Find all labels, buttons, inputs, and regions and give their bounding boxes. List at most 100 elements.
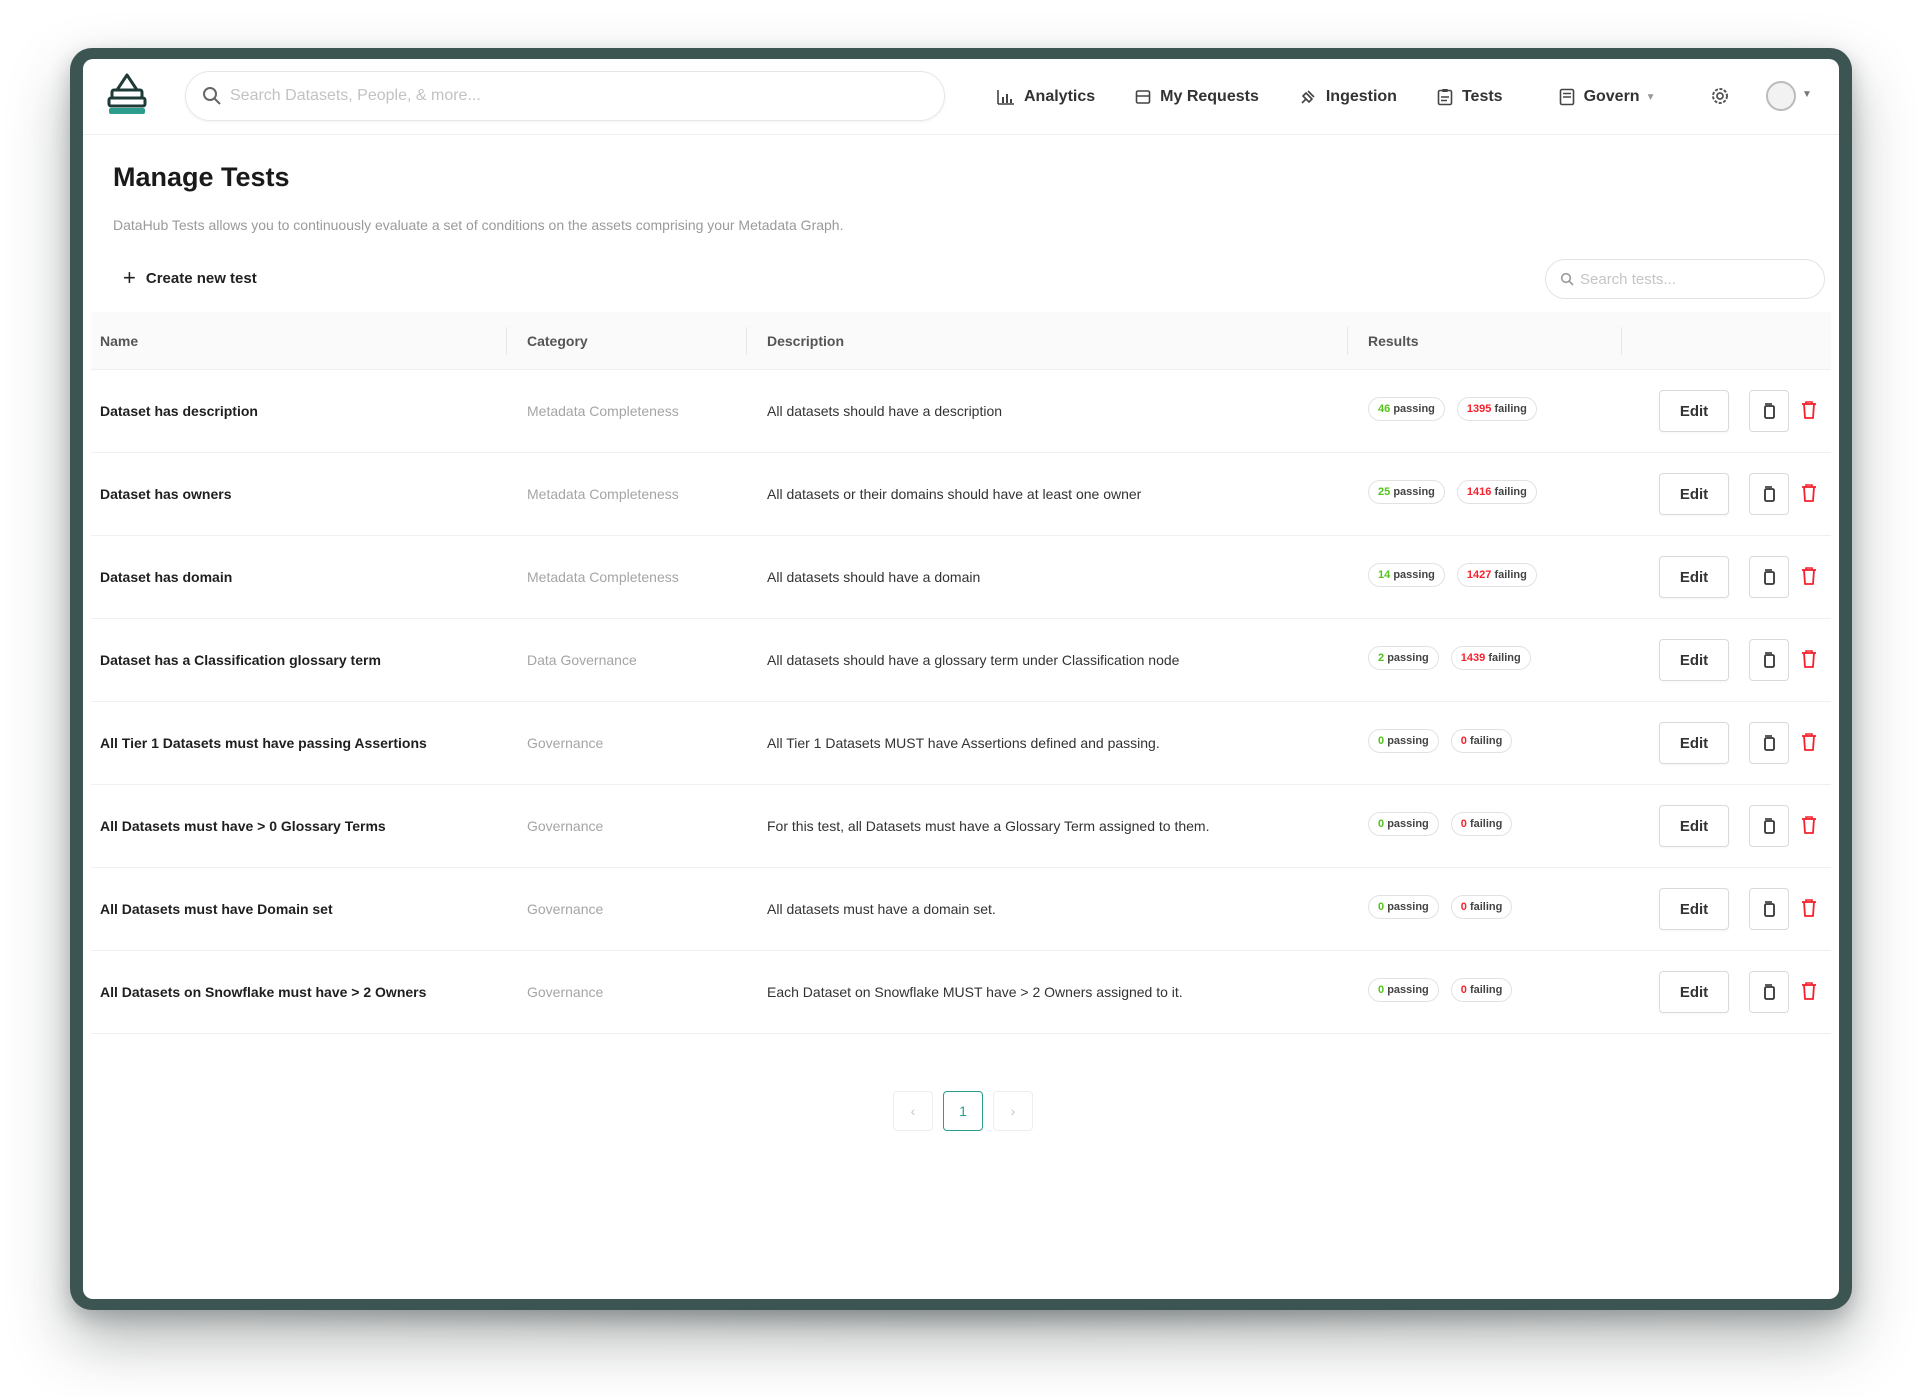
passing-badge[interactable]: 46 passing: [1368, 397, 1445, 421]
copy-icon: [1764, 984, 1775, 1000]
nav-my-requests[interactable]: My Requests: [1135, 88, 1259, 106]
copy-icon: [1764, 735, 1775, 751]
test-name[interactable]: Dataset has description: [100, 403, 258, 419]
copy-button[interactable]: [1749, 473, 1789, 515]
trash-icon[interactable]: [1800, 649, 1818, 669]
copy-button[interactable]: [1749, 971, 1789, 1013]
test-name[interactable]: Dataset has domain: [100, 569, 232, 585]
tests-table: Name Category Description Results Datase…: [91, 312, 1831, 1034]
copy-button[interactable]: [1749, 805, 1789, 847]
passing-label: passing: [1387, 735, 1429, 747]
nav-tests[interactable]: Tests: [1437, 88, 1503, 106]
failing-badge[interactable]: 1416 failing: [1456, 480, 1537, 504]
trash-icon[interactable]: [1800, 483, 1818, 503]
failing-label: failing: [1494, 486, 1527, 498]
test-description: All datasets or their domains should hav…: [767, 486, 1142, 502]
test-description: All datasets must have a domain set.: [767, 901, 996, 917]
nav-my-requests-label: My Requests: [1160, 88, 1259, 105]
column-header-results[interactable]: Results: [1368, 333, 1419, 349]
failing-badge[interactable]: 0 failing: [1450, 729, 1513, 753]
trash-icon[interactable]: [1800, 566, 1818, 586]
failing-badge[interactable]: 1439 failing: [1450, 646, 1531, 670]
copy-icon: [1764, 901, 1775, 917]
passing-badge[interactable]: 0 passing: [1368, 812, 1439, 836]
failing-badge[interactable]: 1395 failing: [1456, 397, 1537, 421]
passing-badge[interactable]: 0 passing: [1368, 729, 1439, 753]
pagination-prev-button[interactable]: ‹: [893, 1091, 933, 1131]
copy-button[interactable]: [1749, 639, 1789, 681]
failing-badge[interactable]: 0 failing: [1450, 812, 1513, 836]
column-header-name[interactable]: Name: [100, 333, 138, 349]
copy-icon: [1764, 818, 1775, 834]
failing-label: failing: [1494, 403, 1527, 415]
test-category: Metadata Completeness: [527, 569, 679, 585]
passing-badge[interactable]: 2 passing: [1368, 646, 1439, 670]
trash-icon[interactable]: [1800, 898, 1818, 918]
failing-label: failing: [1469, 818, 1503, 830]
trash-icon[interactable]: [1800, 981, 1818, 1001]
copy-button[interactable]: [1749, 556, 1789, 598]
gear-icon[interactable]: [1708, 84, 1732, 108]
edit-button[interactable]: Edit: [1659, 888, 1729, 930]
table-row: Dataset has a Classification glossary te…: [91, 619, 1831, 702]
test-name[interactable]: Dataset has owners: [100, 486, 232, 502]
table-row: Dataset has description Metadata Complet…: [91, 370, 1831, 453]
test-category: Governance: [527, 818, 604, 834]
test-category: Metadata Completeness: [527, 486, 679, 502]
create-new-test-button[interactable]: + Create new test: [123, 267, 257, 289]
test-name[interactable]: All Datasets must have > 0 Glossary Term…: [100, 818, 386, 834]
trash-icon[interactable]: [1800, 732, 1818, 752]
test-name[interactable]: All Datasets on Snowflake must have > 2 …: [100, 984, 426, 1000]
nav-analytics-label: Analytics: [1024, 88, 1096, 105]
passing-badge[interactable]: 14 passing: [1368, 563, 1445, 587]
table-row: All Datasets must have Domain set Govern…: [91, 868, 1831, 951]
user-avatar[interactable]: [1766, 81, 1796, 111]
passing-badge[interactable]: 0 passing: [1368, 895, 1439, 919]
edit-button[interactable]: Edit: [1659, 722, 1729, 764]
test-name[interactable]: Dataset has a Classification glossary te…: [100, 652, 381, 668]
failing-label: failing: [1494, 569, 1527, 581]
clipboard-icon: [1437, 89, 1453, 106]
edit-button[interactable]: Edit: [1659, 971, 1729, 1013]
edit-button[interactable]: Edit: [1659, 556, 1729, 598]
create-new-test-label: Create new test: [145, 269, 257, 287]
trash-icon[interactable]: [1800, 815, 1818, 835]
column-header-category[interactable]: Category: [527, 333, 588, 349]
failing-badge[interactable]: 0 failing: [1450, 895, 1513, 919]
global-search-input[interactable]: [230, 87, 910, 105]
test-description: All datasets should have a description: [767, 403, 1003, 419]
test-search[interactable]: [1545, 259, 1825, 299]
copy-button[interactable]: [1749, 390, 1789, 432]
column-divider: [1621, 327, 1622, 355]
column-header-description[interactable]: Description: [767, 333, 844, 349]
nav-govern[interactable]: Govern ▼: [1559, 88, 1655, 106]
pagination-next-button[interactable]: ›: [993, 1091, 1033, 1131]
copy-button[interactable]: [1749, 722, 1789, 764]
failing-badge[interactable]: 1427 failing: [1456, 563, 1537, 587]
test-results: 0 passing 0 failing: [1368, 978, 1524, 1002]
table-row: Dataset has owners Metadata Completeness…: [91, 453, 1831, 536]
passing-label: passing: [1387, 901, 1429, 913]
test-name[interactable]: All Datasets must have Domain set: [100, 901, 333, 917]
nav-ingestion[interactable]: Ingestion: [1299, 88, 1397, 106]
passing-count: 14: [1378, 569, 1391, 581]
edit-button[interactable]: Edit: [1659, 639, 1729, 681]
passing-label: passing: [1387, 818, 1429, 830]
chevron-down-icon[interactable]: ▼: [1802, 89, 1812, 100]
pagination-page-1[interactable]: 1: [943, 1091, 983, 1131]
test-name[interactable]: All Tier 1 Datasets must have passing As…: [100, 735, 427, 751]
test-category: Governance: [527, 901, 604, 917]
datahub-logo-icon[interactable]: [106, 72, 148, 118]
failing-badge[interactable]: 0 failing: [1450, 978, 1513, 1002]
trash-icon[interactable]: [1800, 400, 1818, 420]
test-search-input[interactable]: [1580, 270, 1810, 288]
edit-button[interactable]: Edit: [1659, 805, 1729, 847]
book-icon: [1559, 88, 1574, 106]
global-search[interactable]: [185, 71, 945, 121]
edit-button[interactable]: Edit: [1659, 390, 1729, 432]
copy-button[interactable]: [1749, 888, 1789, 930]
passing-badge[interactable]: 25 passing: [1368, 480, 1445, 504]
edit-button[interactable]: Edit: [1659, 473, 1729, 515]
nav-analytics[interactable]: Analytics: [997, 88, 1095, 106]
passing-badge[interactable]: 0 passing: [1368, 978, 1439, 1002]
